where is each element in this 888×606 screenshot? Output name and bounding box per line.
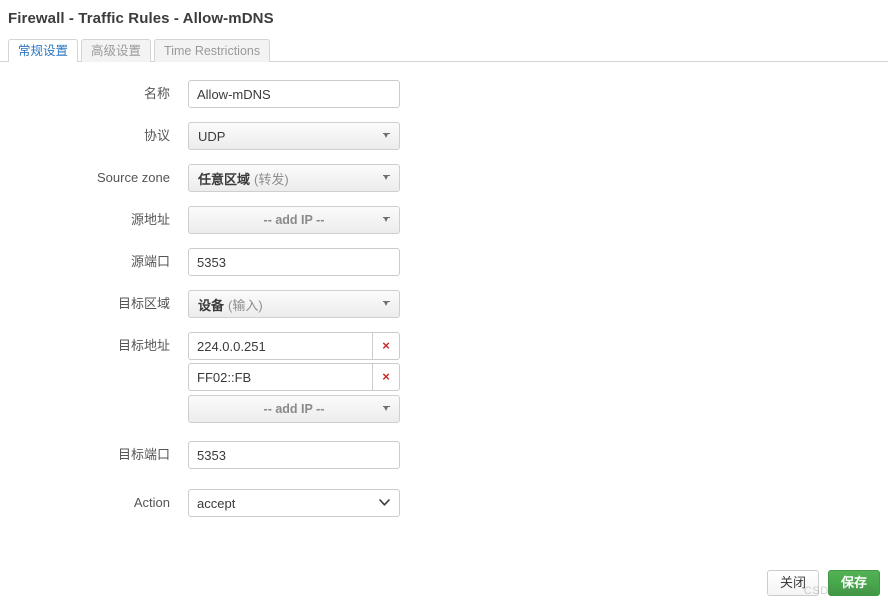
dest-address-input-2[interactable] [188,363,372,391]
field-row-source-zone: Source zone 任意区域 (转发) [0,164,888,192]
chevron-down-icon [383,217,390,223]
traffic-rule-form: 名称 协议 UDP Source zone 任意区域 (转发) 源地址 [0,62,888,517]
dest-address-add-ip-select[interactable]: -- add IP -- [188,395,400,423]
chevron-down-icon [383,175,390,181]
source-address-placeholder: -- add IP -- [263,213,325,227]
field-row-action: Action accept [0,489,888,517]
field-row-source-port: 源端口 [0,248,888,276]
field-row-dest-zone: 目标区域 设备 (输入) [0,290,888,318]
label-source-address: 源地址 [130,212,170,227]
protocol-value: UDP [198,128,226,144]
action-value: accept [197,495,236,511]
source-zone-value: 任意区域 [198,171,251,187]
dest-address-placeholder: -- add IP -- [263,402,325,416]
tab-general[interactable]: 常规设置 [8,38,79,63]
field-row-dest-port: 目标端口 [0,441,888,469]
field-row-dest-address: 目标地址 × × -- add IP -- [0,332,888,423]
source-address-add-ip-select[interactable]: -- add IP -- [188,206,400,234]
action-select[interactable]: accept [188,489,400,517]
dest-zone-direction: (输入) [228,297,263,313]
dest-zone-value: 设备 [198,297,225,313]
tab-time-restrictions[interactable]: Time Restrictions [154,38,271,62]
field-row-name: 名称 [0,80,888,108]
chevron-down-icon [383,301,390,307]
dest-address-entry: × [188,332,400,360]
label-dest-zone: 目标区域 [117,296,170,311]
source-zone-direction: (转发) [254,171,289,187]
label-source-zone: Source zone [97,170,170,185]
save-button[interactable]: 保存 [827,570,880,596]
field-row-protocol: 协议 UDP [0,122,888,150]
label-source-port: 源端口 [130,254,170,269]
label-dest-port: 目标端口 [117,447,170,462]
dest-address-entry: × [188,363,400,391]
source-port-input[interactable] [188,248,400,276]
label-name: 名称 [143,86,170,101]
dest-zone-select[interactable]: 设备 (输入) [188,290,400,318]
dest-port-input[interactable] [188,441,400,469]
protocol-select[interactable]: UDP [188,122,400,150]
name-input[interactable] [188,80,400,108]
remove-dest-address-1-button[interactable]: × [372,332,400,360]
remove-dest-address-2-button[interactable]: × [372,363,400,391]
tab-bar: 常规设置 高级设置 Time Restrictions [0,38,888,63]
chevron-down-icon [383,133,390,139]
dest-address-input-1[interactable] [188,332,372,360]
dialog-footer: 关闭 保存 [766,570,880,596]
label-dest-address: 目标地址 [117,338,170,353]
field-row-source-address: 源地址 -- add IP -- [0,206,888,234]
label-action: Action [133,495,170,510]
close-button[interactable]: 关闭 [766,570,819,596]
chevron-down-icon [383,406,390,412]
chevron-down-icon [379,499,390,506]
tab-advanced[interactable]: 高级设置 [81,38,152,62]
page-title: Firewall - Traffic Rules - Allow-mDNS [8,10,274,27]
label-protocol: 协议 [143,128,170,143]
source-zone-select[interactable]: 任意区域 (转发) [188,164,400,192]
